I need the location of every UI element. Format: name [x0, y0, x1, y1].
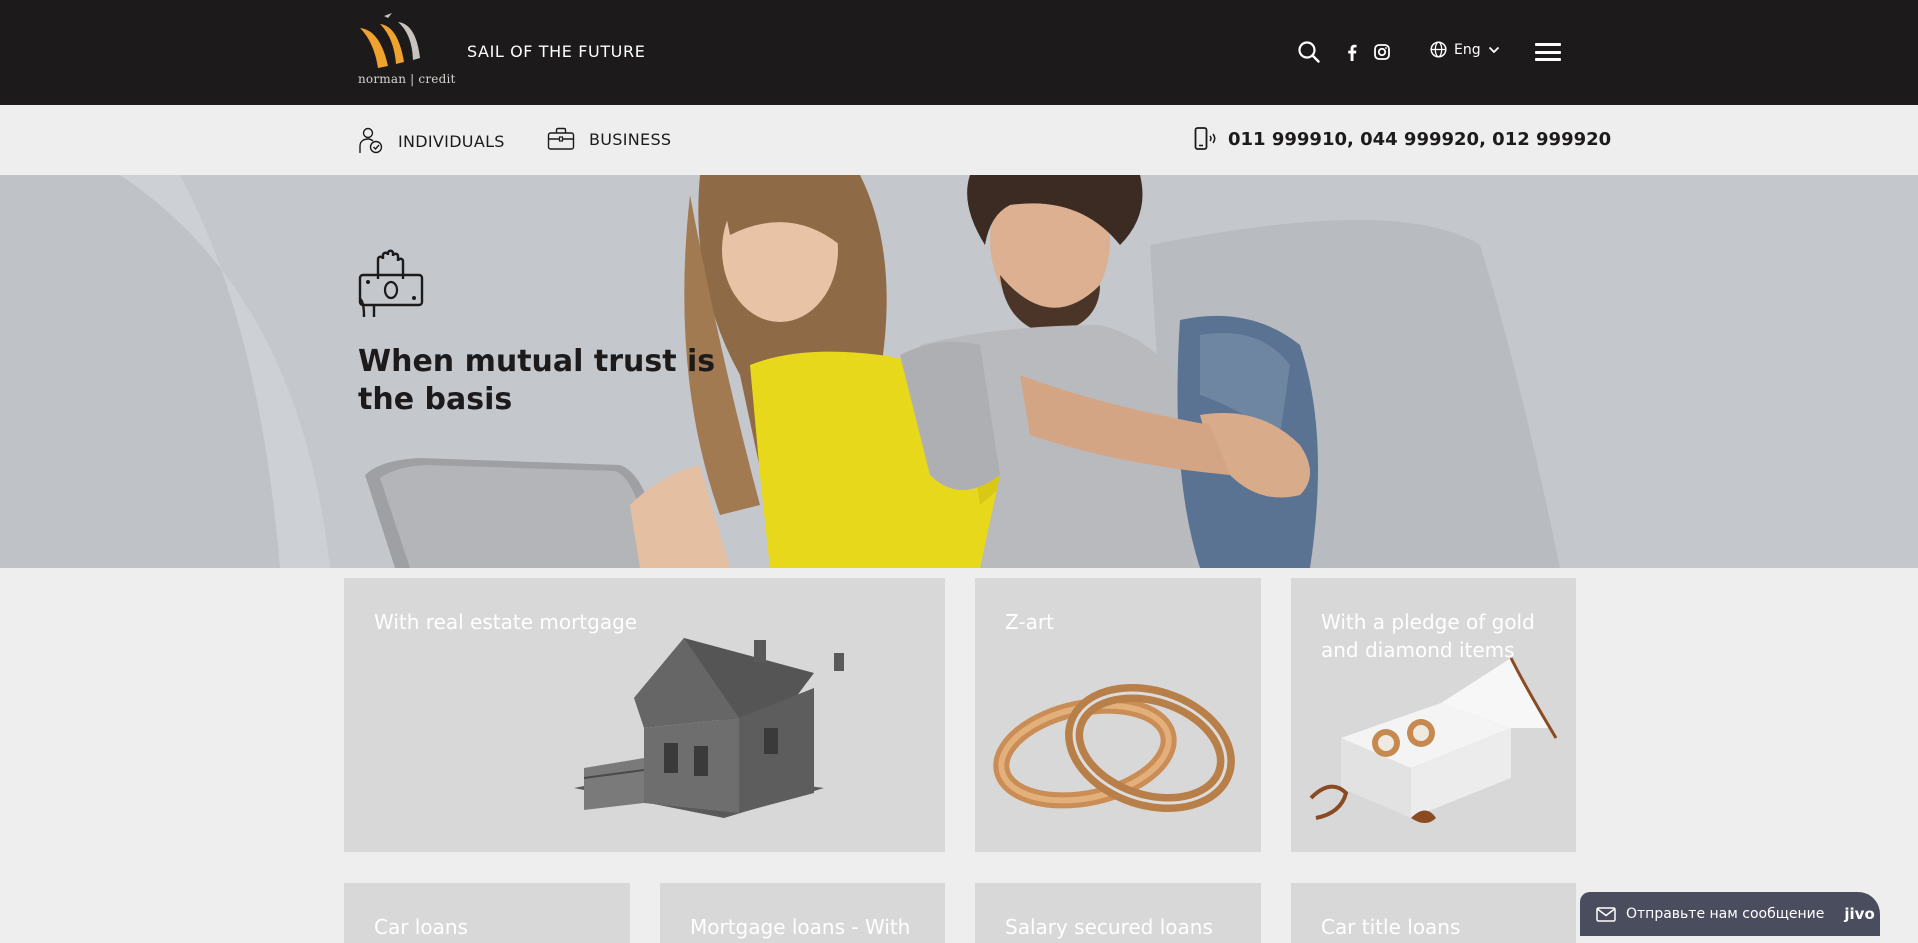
card-real-estate-mortgage[interactable]: With real estate mortgage [344, 578, 945, 852]
card-salary-secured-loans[interactable]: Salary secured loans [975, 883, 1261, 943]
logo-wordmark: norman | credit [358, 72, 456, 86]
card-title: Salary secured loans [1005, 915, 1213, 939]
card-z-art[interactable]: Z-art [975, 578, 1261, 852]
card-gold-diamond-pledge[interactable]: With a pledge of gold and diamond items [1291, 578, 1576, 852]
chevron-down-icon [1488, 46, 1499, 53]
card-title: Car title loans [1321, 915, 1461, 939]
nav-business-label: BUSINESS [589, 129, 672, 149]
instagram-icon[interactable] [1374, 44, 1390, 60]
card-title: Car loans [374, 915, 468, 939]
search-icon[interactable] [1298, 41, 1320, 63]
jivo-brand: jivo [1844, 905, 1875, 923]
language-selector[interactable]: Eng [1430, 41, 1500, 58]
phone-numbers-text: 011 999910, 044 999920, 012 999920 [1228, 128, 1612, 150]
language-label: Eng [1454, 41, 1481, 58]
card-title: Z-art [1005, 610, 1054, 634]
card-title: Mortgage loans - With [690, 915, 911, 939]
card-title: With real estate mortgage [374, 610, 638, 634]
card-car-title-loans[interactable]: Car title loans [1291, 883, 1576, 943]
hero-banner: When mutual trust is the basis [0, 175, 1918, 568]
envelope-icon [1596, 906, 1616, 922]
person-icon [359, 127, 383, 154]
hero-photo-illustration [0, 175, 1560, 568]
card-mortgage-loans[interactable]: Mortgage loans - With [660, 883, 945, 943]
sub-navigation: INDIVIDUALS BUSINESS 011 999910, 044 999… [0, 105, 1918, 175]
card-title: With a pledge of gold and diamond items [1321, 610, 1535, 662]
top-header: norman | credit SAIL OF THE FUTURE Eng [0, 0, 1918, 105]
hero-title: When mutual trust is the basis [358, 344, 716, 417]
briefcase-icon [547, 127, 575, 150]
chat-widget-button[interactable]: Отправьте нам сообщение jivo [1580, 892, 1880, 936]
card-car-loans[interactable]: Car loans [344, 883, 630, 943]
nav-business[interactable]: BUSINESS [547, 127, 671, 151]
facebook-icon[interactable] [1347, 44, 1357, 61]
phone-numbers[interactable]: 011 999910, 044 999920, 012 999920 [1194, 127, 1611, 151]
nav-individuals-label: INDIVIDUALS [398, 131, 505, 151]
mobile-phone-icon [1194, 127, 1216, 150]
nav-individuals[interactable]: INDIVIDUALS [358, 127, 505, 155]
globe-icon [1430, 41, 1447, 58]
chat-label: Отправьте нам сообщение [1626, 906, 1825, 922]
site-tagline: SAIL OF THE FUTURE [467, 42, 646, 61]
hand-with-money-icon [358, 249, 424, 318]
hamburger-menu-icon[interactable] [1535, 43, 1561, 61]
